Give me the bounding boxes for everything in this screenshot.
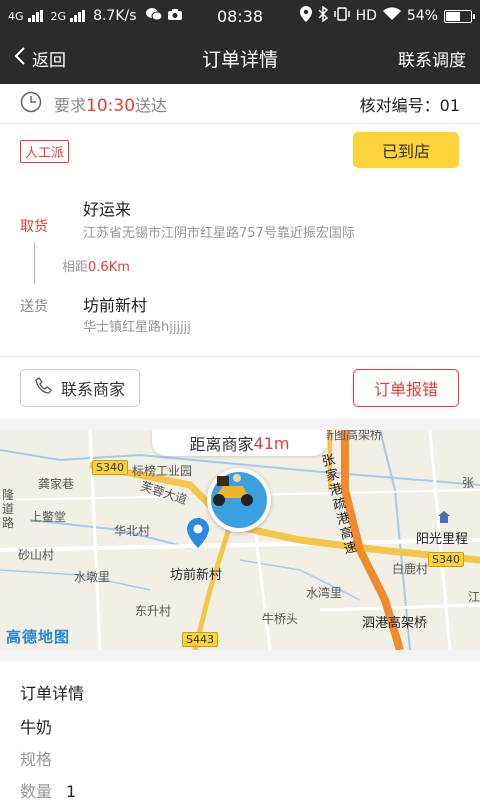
order-detail-title: 订单详情 — [20, 684, 85, 703]
nav-bar: 返回 订单详情 联系调度 — [0, 32, 480, 84]
pickup-distance: 相距0.6Km — [62, 256, 130, 275]
quantity-row: 数量 1 — [20, 778, 76, 800]
order-detail-section: 订单详情 牛奶 规格 数量 1 — [0, 662, 480, 800]
contact-merchant-label: 联系商家 — [60, 380, 125, 399]
arrived-at-store-button[interactable]: 已到店 — [353, 132, 459, 168]
pickup-label: 取货 — [20, 219, 48, 235]
map-label-xintu: 新图高架桥 — [322, 430, 383, 442]
item-name: 牛奶 — [20, 718, 53, 737]
road-tag-s340-west: S340 — [92, 460, 128, 475]
rider-marker[interactable] — [207, 468, 271, 532]
contact-dispatch-button[interactable]: 联系调度 — [398, 46, 480, 71]
check-code: 核对编号：01 — [360, 92, 460, 116]
battery-fill — [446, 11, 461, 21]
spec-label: 规格 — [20, 750, 53, 769]
card-divider — [0, 356, 480, 357]
back-button[interactable]: 返回 — [0, 46, 66, 71]
status-time: 08:38 — [216, 6, 264, 26]
map-label-sigang-bridge: 泗港高架桥 — [362, 616, 428, 631]
delivery-time: 10:30 — [86, 95, 136, 116]
map-label-dropoff: 坊前新村 — [170, 568, 223, 583]
pickup-name: 好运来 — [83, 200, 132, 219]
delivery-prefix: 要求 — [54, 95, 87, 115]
dropoff-address: 华士镇红星路hjjjjjj — [83, 320, 191, 335]
phone-icon — [35, 377, 53, 399]
merchant-distance-label: 距离商家 — [189, 435, 254, 454]
battery-icon — [444, 9, 475, 23]
dropoff-name: 坊前新村 — [83, 296, 148, 315]
back-label: 返回 — [32, 50, 66, 71]
check-code-label: 核对编号： — [359, 95, 440, 115]
map-label-niuqiaotou: 牛桥头 — [262, 612, 299, 626]
app-root: 4G 2G 8.7K/s 08:38 HD 54% 返回 订单详情 联系调度 要… — [0, 0, 480, 800]
delivery-suffix: 送达 — [135, 95, 168, 115]
map-label-shashan: 砂山村 — [18, 548, 55, 562]
road-tag-s443: S443 — [182, 632, 218, 647]
check-code-value: 01 — [439, 95, 460, 115]
map-label-dongsheng: 东升村 — [135, 604, 172, 618]
dispatch-tag: 人工派 — [20, 140, 70, 163]
distance-value: 0.6Km — [88, 260, 130, 275]
merchant-distance-value: 41m — [253, 433, 290, 453]
pickup-address: 江苏省无锡市江阴市红星路757号靠近振宏国际 — [83, 226, 355, 241]
map-provider-logo: 高德地图 — [6, 628, 71, 646]
distance-label: 相距 — [62, 260, 89, 275]
dropoff-label: 送货 — [20, 299, 48, 315]
map-label-shangbietang: 上鳖堂 — [30, 510, 67, 524]
chevron-left-icon — [14, 46, 26, 71]
quantity-value: 1 — [66, 782, 77, 800]
map-label-jiang: 江 — [468, 590, 480, 604]
map-label-bailu: 白鹿村 — [392, 562, 429, 576]
clock-icon — [20, 91, 42, 117]
contact-merchant-button[interactable]: 联系商家 — [20, 369, 140, 407]
map-label-biaobang: 标榜工业园 — [132, 464, 193, 478]
map-label-yangguang: 阳光里程 — [416, 532, 469, 547]
delivery-requirement: 要求10:30送达 — [54, 92, 167, 116]
order-card: 人工派 已到店 取货 好运来 江苏省无锡市江阴市红星路757号靠近振宏国际 相距… — [0, 124, 480, 418]
map-label-huabei: 华北村 — [114, 524, 151, 538]
delivery-time-bar: 要求10:30送达 核对编号：01 — [0, 84, 480, 124]
route-connector — [34, 242, 35, 284]
quantity-label: 数量 — [20, 782, 53, 800]
map-label-shuiwan: 水湾里 — [306, 586, 343, 600]
map-view[interactable]: 标榜工业园 芙蓉大道 龚家巷 上鳖堂 华北村 砂山村 水墩里 东升村 坊前新村 … — [0, 430, 480, 650]
merchant-distance-bubble: 距离商家 41m — [152, 430, 327, 456]
map-label-longdao: 隆道路 — [2, 488, 15, 530]
report-error-button[interactable]: 订单报错 — [353, 369, 459, 407]
map-label-zhang: 张 — [462, 476, 475, 490]
scooter-icon — [211, 472, 267, 528]
map-label-gongjiaxiang: 龚家巷 — [38, 477, 75, 491]
map-label-shuidun: 水墩里 — [74, 570, 111, 584]
status-bar: 4G 2G 8.7K/s 08:38 HD 54% — [0, 0, 480, 32]
road-tag-s340-east: S340 — [428, 552, 464, 567]
